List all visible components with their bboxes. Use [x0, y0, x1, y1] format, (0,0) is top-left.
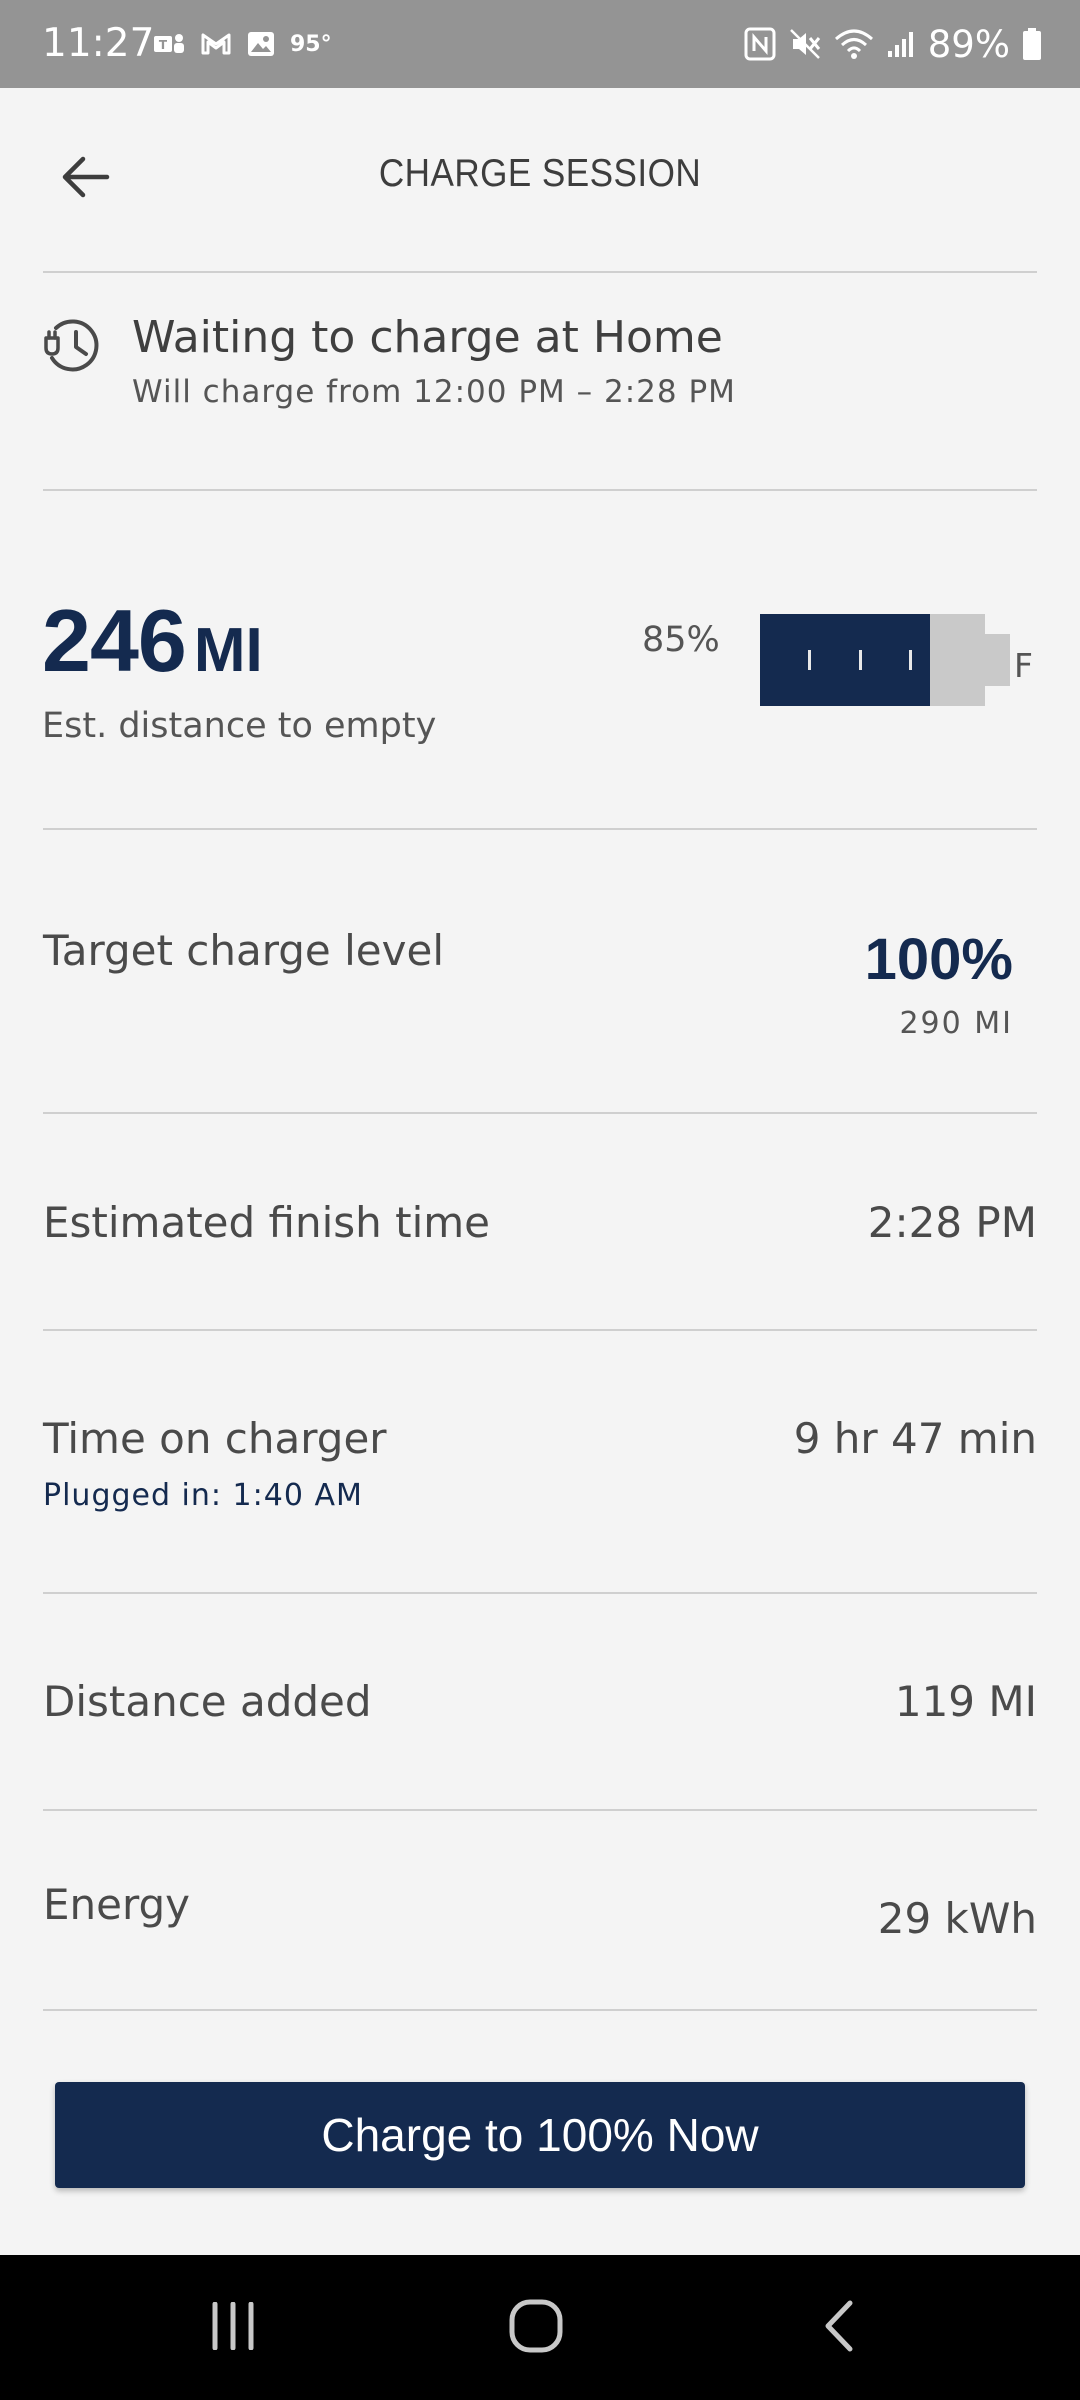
divider: [43, 828, 1037, 830]
battery-full-label: F: [1014, 646, 1033, 685]
range-distance: 246 MI: [42, 590, 263, 692]
teams-icon: T: [152, 30, 186, 58]
system-nav-bar: [0, 2255, 1080, 2400]
status-temperature: 95°: [290, 31, 332, 57]
plugged-in-time: Plugged in: 1:40 AM: [43, 1478, 363, 1513]
battery-icon: [1022, 27, 1042, 61]
status-battery-percent: 89%: [927, 22, 1010, 66]
charge-status: Waiting to charge at Home Will charge fr…: [42, 300, 1042, 430]
battery-percent-label: 85%: [642, 620, 720, 660]
time-on-charger-label: Time on charger: [43, 1414, 387, 1463]
battery-gauge-tick: [909, 650, 912, 670]
battery-gauge-tick: [859, 650, 862, 670]
chevron-left-icon: [820, 2299, 856, 2357]
gallery-icon: [246, 30, 276, 58]
battery-gauge-tip: [985, 634, 1010, 686]
divider: [43, 271, 1037, 273]
wifi-icon: [834, 27, 874, 61]
distance-added-row: Distance added 119 MI: [43, 1677, 1037, 1737]
mute-icon: [788, 27, 822, 61]
battery-gauge: [760, 614, 1010, 706]
energy-row: Energy 29 kWh: [43, 1880, 1037, 1970]
status-bar: 11:27 T 95° 89%: [0, 0, 1080, 88]
time-on-charger-value: 9 hr 47 min: [793, 1414, 1037, 1463]
app-header: CHARGE SESSION: [0, 88, 1080, 272]
distance-added-label: Distance added: [43, 1677, 372, 1726]
divider: [43, 1809, 1037, 1811]
energy-label: Energy: [43, 1880, 191, 1929]
divider: [43, 1592, 1037, 1594]
scheduled-charge-icon: [42, 314, 106, 378]
energy-value: 29 kWh: [877, 1894, 1037, 1943]
recent-apps-button[interactable]: [153, 2255, 313, 2400]
charge-status-schedule: Will charge from 12:00 PM – 2:28 PM: [132, 374, 736, 410]
system-icons: 89%: [744, 0, 1042, 88]
system-back-button[interactable]: [758, 2255, 918, 2400]
charge-now-button[interactable]: Charge to 100% Now: [55, 2082, 1025, 2188]
page-title: CHARGE SESSION: [378, 152, 702, 195]
time-on-charger-row: Time on charger 9 hr 47 min Plugged in: …: [43, 1414, 1037, 1524]
target-charge-label: Target charge level: [43, 926, 444, 975]
notification-icons: T 95°: [152, 0, 332, 88]
range-value: 246: [42, 591, 187, 690]
range-section: 246 MI Est. distance to empty 85% F: [42, 590, 1042, 760]
status-time: 11:27: [42, 21, 155, 66]
home-icon: [508, 2298, 564, 2358]
signal-icon: [886, 29, 916, 59]
divider: [43, 1112, 1037, 1114]
nfc-icon: [744, 27, 776, 61]
distance-added-value: 119 MI: [894, 1677, 1037, 1726]
home-button[interactable]: [456, 2255, 616, 2400]
divider: [43, 489, 1037, 491]
charge-status-title: Waiting to charge at Home: [132, 312, 723, 363]
target-charge-row[interactable]: Target charge level 100% 290 MI: [43, 926, 1037, 1046]
target-charge-range: 290 MI: [899, 1006, 1013, 1041]
finish-time-value: 2:28 PM: [867, 1198, 1037, 1247]
svg-text:T: T: [159, 38, 168, 52]
finish-time-label: Estimated finish time: [43, 1198, 491, 1247]
divider: [43, 1329, 1037, 1331]
range-caption: Est. distance to empty: [42, 706, 437, 746]
range-unit: MI: [193, 616, 263, 685]
recents-icon: [207, 2301, 259, 2354]
battery-gauge-fill: [760, 614, 930, 706]
battery-gauge-tick: [808, 650, 811, 670]
divider: [43, 2009, 1037, 2011]
finish-time-row: Estimated finish time 2:28 PM: [43, 1198, 1037, 1258]
gmail-icon: [200, 31, 232, 57]
target-charge-value: 100%: [864, 927, 1013, 992]
